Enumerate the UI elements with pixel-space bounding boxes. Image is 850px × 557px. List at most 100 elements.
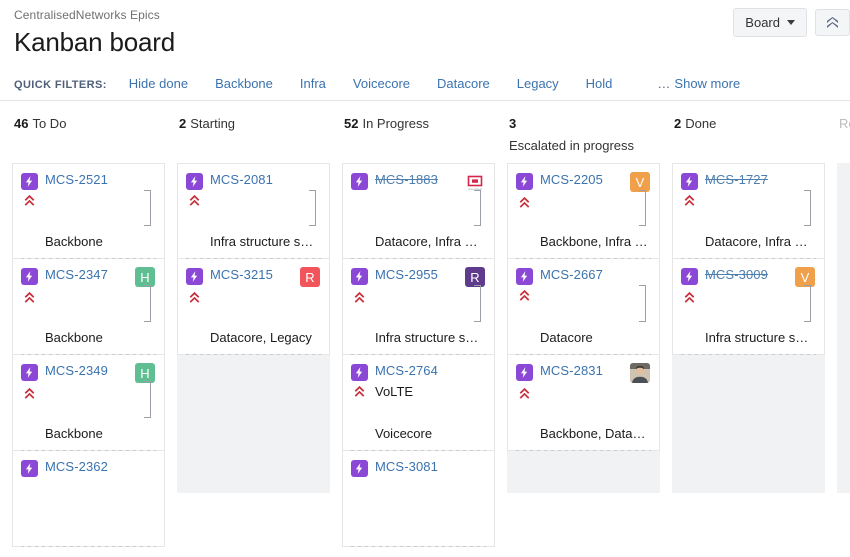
page-header: CentralisedNetworks Epics Kanban board B… — [0, 0, 850, 58]
openstack-logo-avatar: openstack — [465, 172, 485, 192]
board-column: 3 Escalated in progress MCS-2205 V Backbone,… — [501, 101, 666, 547]
issue-summary: VoLTE — [375, 384, 414, 399]
avatar[interactable]: R — [300, 267, 320, 287]
card-body — [21, 385, 155, 426]
card-header: MCS-2764 — [351, 363, 485, 381]
card-header: MCS-2081 — [186, 172, 320, 190]
issue-labels: Datacore, Infra … — [375, 234, 478, 250]
card-body — [351, 194, 485, 234]
collapse-header-button[interactable] — [815, 9, 850, 36]
card-header: MCS-2347 H — [21, 267, 155, 287]
issue-card[interactable]: MCS-2362 — [12, 451, 165, 547]
issue-card[interactable]: MCS-2831 Backbone, Data… — [507, 355, 660, 451]
epic-bolt-icon — [351, 173, 368, 190]
issue-labels: Voicecore — [375, 426, 433, 442]
column-card-list: MCS-1727 Datacore, Infra … MCS-3009 V Infra … — [672, 163, 825, 493]
card-body — [351, 289, 485, 330]
quick-filter-legacy[interactable]: Legacy — [517, 76, 559, 91]
board-column: 2 Done MCS-1727 Datacore, Infra … MCS-3009 V I… — [666, 101, 831, 547]
chevron-down-icon — [787, 20, 795, 25]
column-header: 52 In Progress — [342, 101, 495, 163]
issue-card[interactable]: MCS-2347 H Backbone — [12, 259, 165, 355]
quick-filter-voicecore[interactable]: Voicecore — [353, 76, 410, 91]
issue-key-link[interactable]: MCS-2521 — [45, 172, 108, 187]
quick-filters-show-more[interactable]: … Show more — [657, 76, 740, 91]
epic-bolt-icon — [21, 268, 38, 285]
column-title: Release… — [839, 116, 850, 131]
card-header: MCS-1727 — [681, 172, 815, 190]
epic-bolt-icon — [516, 173, 533, 190]
ellipsis-icon: … — [657, 76, 671, 91]
breadcrumb[interactable]: CentralisedNetworks Epics — [14, 8, 836, 22]
issue-labels: Datacore, Infra … — [705, 234, 808, 250]
issue-card[interactable]: MCS-2521 Backbone — [12, 163, 165, 259]
issue-key-link[interactable]: MCS-2667 — [540, 267, 603, 282]
card-body: VoLTE — [351, 383, 485, 426]
issue-key-link[interactable]: MCS-3215 — [210, 267, 273, 282]
issue-card[interactable]: MCS-2205 V Backbone, Infra … — [507, 163, 660, 259]
issue-card[interactable]: MCS-3009 V Infra structure s… — [672, 259, 825, 355]
avatar[interactable]: V — [630, 172, 650, 192]
epic-bolt-icon — [516, 364, 533, 381]
issue-card[interactable]: MCS-1727 Datacore, Infra … — [672, 163, 825, 259]
priority-highest-icon — [21, 192, 38, 207]
issue-labels: Backbone, Infra … — [540, 234, 648, 250]
epic-bolt-icon — [21, 173, 38, 190]
board-column: 46 To Do MCS-2521 Backbone MCS-2347 H Backbone… — [6, 101, 171, 547]
avatar[interactable]: R — [465, 267, 485, 287]
svg-text:openstack: openstack — [468, 187, 483, 191]
card-header: MCS-2955 R — [351, 267, 485, 287]
epic-bolt-icon — [681, 173, 698, 190]
quick-filter-hold[interactable]: Hold — [586, 76, 613, 91]
column-header: 46 To Do — [12, 101, 165, 163]
priority-none — [351, 479, 368, 481]
priority-highest-icon — [516, 194, 533, 209]
issue-key-link[interactable]: MCS-2349 — [45, 363, 108, 378]
column-header: 3 Escalated in progress — [507, 101, 660, 163]
board-columns: 46 To Do MCS-2521 Backbone MCS-2347 H Backbone… — [0, 101, 850, 547]
issue-key-link[interactable]: MCS-2347 — [45, 267, 108, 282]
epic-bolt-icon — [681, 268, 698, 285]
card-header: MCS-3215 R — [186, 267, 320, 287]
issue-key-link[interactable]: MCS-2831 — [540, 363, 603, 378]
issue-key-link[interactable]: MCS-2362 — [45, 459, 108, 474]
avatar[interactable]: H — [135, 363, 155, 383]
quick-filter-backbone[interactable]: Backbone — [215, 76, 273, 91]
issue-card[interactable]: MCS-3215 R Datacore, Legacy — [177, 259, 330, 355]
column-count: 2 — [674, 116, 682, 131]
issue-key-link[interactable]: MCS-2955 — [375, 267, 438, 282]
avatar[interactable] — [630, 363, 650, 383]
quick-filter-hide-done[interactable]: Hide done — [129, 76, 188, 91]
quick-filter-infra[interactable]: Infra — [300, 76, 326, 91]
issue-key-link[interactable]: MCS-2764 — [375, 363, 438, 378]
issue-key-link[interactable]: MCS-1727 — [705, 172, 768, 187]
issue-card[interactable]: MCS-2349 H Backbone — [12, 355, 165, 451]
issue-card[interactable]: MCS-1883 openstack Datacore, Infra … — [342, 163, 495, 259]
issue-card[interactable]: MCS-2955 R Infra structure s… — [342, 259, 495, 355]
issue-card[interactable]: MCS-3081 — [342, 451, 495, 547]
issue-card[interactable]: MCS-2667 Datacore — [507, 259, 660, 355]
quick-filter-datacore[interactable]: Datacore — [437, 76, 490, 91]
issue-card[interactable]: MCS-2764 VoLTE Voicecore — [342, 355, 495, 451]
avatar[interactable]: H — [135, 267, 155, 287]
avatar[interactable]: V — [795, 267, 815, 287]
issue-labels: Backbone — [45, 426, 103, 442]
issue-key-link[interactable]: MCS-3009 — [705, 267, 768, 282]
quick-filters-label: QUICK FILTERS: — [14, 79, 107, 91]
column-header: Release… — [837, 101, 850, 163]
card-body — [351, 479, 485, 539]
issue-labels: Backbone — [45, 234, 103, 250]
issue-key-link[interactable]: MCS-2205 — [540, 172, 603, 187]
issue-key-link[interactable]: MCS-2081 — [210, 172, 273, 187]
card-body — [21, 479, 155, 539]
priority-highest-icon — [186, 289, 203, 304]
board-column: Release… — [831, 101, 850, 547]
column-title: To Do — [32, 116, 67, 131]
column-title: Starting — [190, 116, 236, 131]
priority-highest-icon — [21, 385, 38, 400]
issue-key-link[interactable]: MCS-3081 — [375, 459, 438, 474]
issue-card[interactable]: MCS-2081 Infra structure s… — [177, 163, 330, 259]
priority-highest-icon — [516, 385, 533, 400]
issue-key-link[interactable]: MCS-1883 — [375, 172, 438, 187]
board-dropdown-button[interactable]: Board — [733, 8, 807, 37]
